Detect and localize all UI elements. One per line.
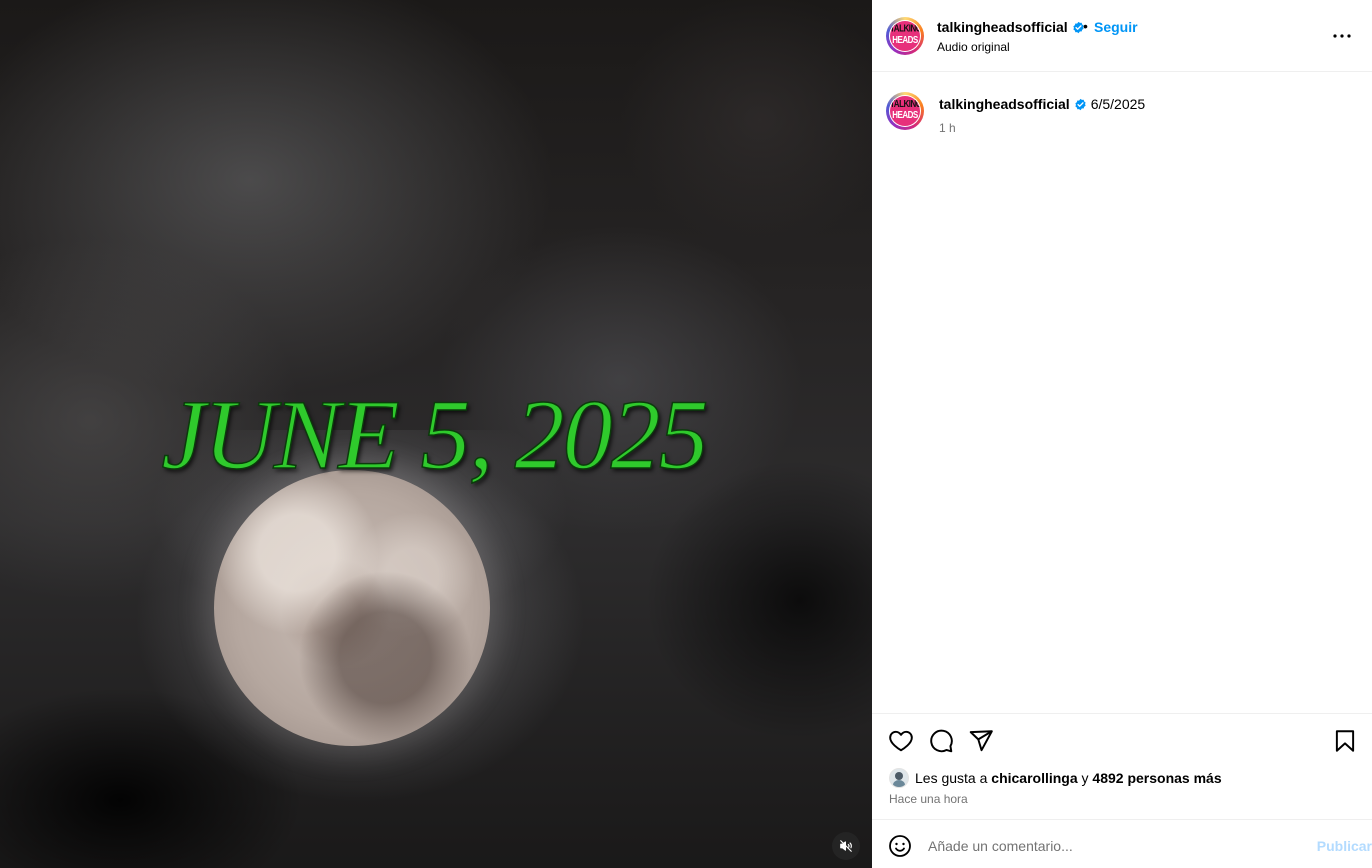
bookmark-icon — [1335, 730, 1355, 752]
likes-summary: Les gusta a chicarollinga y 4892 persona… — [889, 767, 1222, 789]
like-button[interactable] — [888, 728, 914, 754]
post-dialog: JUNE 5, 2025 TALKING HEADS talkingheadso… — [0, 0, 1372, 868]
band-logo: TALKING HEADS — [890, 96, 920, 126]
liker-avatar[interactable] — [889, 768, 909, 788]
more-options-button[interactable] — [1330, 24, 1354, 48]
author-username-row: talkingheadsofficial — [937, 19, 1085, 35]
caption-timestamp[interactable]: 1 h — [939, 121, 956, 135]
save-button[interactable] — [1332, 728, 1358, 754]
comment-form: Publicar — [872, 819, 1372, 868]
verified-badge-icon — [1075, 98, 1086, 111]
caption-username-link[interactable]: talkingheadsofficial — [939, 96, 1070, 112]
caption-author-avatar[interactable]: TALKING HEADS — [886, 92, 924, 130]
emoji-icon — [889, 835, 911, 857]
action-bar — [872, 713, 1372, 764]
emoji-button[interactable] — [888, 834, 914, 860]
audio-link[interactable]: Audio original — [937, 40, 1010, 54]
likes-count-link[interactable]: 4892 personas más — [1092, 770, 1221, 786]
likes-prefix: Les gusta a — [915, 770, 988, 786]
separator-dot: • — [1083, 18, 1088, 34]
author-avatar[interactable]: TALKING HEADS — [886, 17, 924, 55]
full-moon-image — [214, 470, 490, 746]
logo-line-1: TALKING — [890, 97, 920, 110]
logo-line-1: TALKING — [890, 22, 920, 35]
logo-line-2: HEADS — [892, 108, 918, 121]
caption: talkingheadsofficial 6/5/2025 — [939, 96, 1145, 112]
publish-button[interactable]: Publicar — [1317, 838, 1372, 854]
more-options-icon — [1333, 34, 1351, 38]
share-button[interactable] — [968, 728, 994, 754]
heart-icon — [889, 730, 913, 752]
post-sidebar: TALKING HEADS talkingheadsofficial • Seg… — [872, 0, 1372, 868]
comment-input[interactable] — [928, 835, 1288, 857]
caption-text: 6/5/2025 — [1090, 96, 1146, 112]
logo-line-2: HEADS — [892, 33, 918, 46]
band-logo: TALKING HEADS — [890, 21, 920, 51]
follow-button[interactable]: Seguir — [1094, 19, 1138, 35]
post-media[interactable]: JUNE 5, 2025 — [0, 0, 872, 868]
speaker-muted-icon — [840, 840, 852, 852]
share-icon — [969, 730, 993, 752]
post-header: TALKING HEADS talkingheadsofficial • Seg… — [872, 0, 1372, 72]
avatar-ring: TALKING HEADS — [889, 95, 921, 127]
liker-username-link[interactable]: chicarollinga — [991, 770, 1077, 786]
avatar-ring: TALKING HEADS — [889, 20, 921, 52]
comment-icon — [930, 729, 953, 753]
mute-button[interactable] — [832, 832, 860, 860]
author-username-link[interactable]: talkingheadsofficial — [937, 19, 1068, 35]
post-timestamp[interactable]: Hace una hora — [889, 792, 968, 806]
video-date-overlay: JUNE 5, 2025 — [161, 379, 710, 490]
likes-connector: y — [1081, 770, 1089, 786]
comment-button[interactable] — [928, 728, 954, 754]
